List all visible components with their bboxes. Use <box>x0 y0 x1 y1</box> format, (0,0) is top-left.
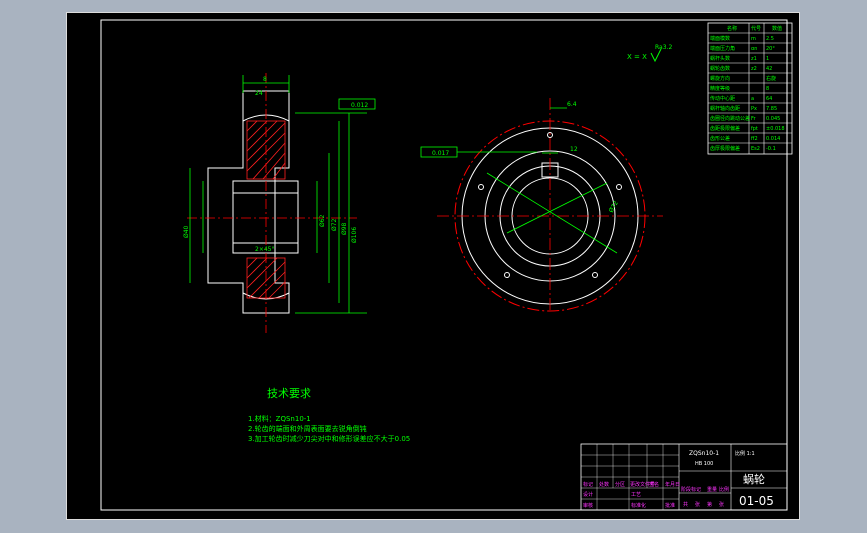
tb-bottom-1: 审核 <box>583 502 593 509</box>
pt-cell-8-0: 齿圈径向跳动公差 <box>710 115 750 122</box>
tb-hardness: HB 100 <box>695 461 713 467</box>
pt-cell-3-2: 42 <box>766 66 772 72</box>
tb-bottom-4: 批准 <box>665 502 675 509</box>
pt-cell-5-0: 精度等级 <box>710 85 730 92</box>
parameter-table: 名称 代号 数值 端面模数 m 2.5 端面压力角 αn 20° 蜗杆头数 z1 1 蜗轮齿数 z2… <box>707 22 793 155</box>
side-diameter-label: Ø72 <box>608 200 620 214</box>
dim-od-label: Ø106 <box>351 227 358 243</box>
tb-grid-4: 签名 <box>649 481 659 488</box>
pt-cell-10-1: ff2 <box>751 136 758 142</box>
tech-req-item-2: 2.轮齿的端面和外周表面要去锐角倒钝 <box>248 424 367 433</box>
drawing-border <box>100 19 788 511</box>
technical-requirements: 技术要求 1.材料：ZQSn10-1 2.轮齿的端面和外周表面要去锐角倒钝 3.… <box>248 387 410 443</box>
tb-grid-2: 分区 <box>615 481 625 488</box>
cad-viewport[interactable]: 8 0.012 Ø106 Ø98 Ø72 Ø62 Ø40 2×45° 24 0.… <box>66 12 800 520</box>
section-view <box>207 90 299 314</box>
dim-hub-label: Ø72 <box>331 218 338 231</box>
tb-bottom-0: 设计 <box>583 491 593 498</box>
pt-cell-7-2: 7.85 <box>766 106 777 112</box>
tb-material: ZQSn10-1 <box>689 450 719 457</box>
pt-cell-1-1: αn <box>751 46 757 52</box>
dim-pitch-label: Ø98 <box>341 222 348 235</box>
tb-bottom-7: 比例 <box>719 486 729 493</box>
surface-finish-value: Ra3.2 <box>655 44 672 51</box>
pt-cell-0-2: 2.5 <box>766 36 774 42</box>
dim-bore-label: Ø62 <box>319 214 326 227</box>
pt-cell-6-1: a <box>751 96 754 102</box>
pt-cell-9-0: 齿距极限偏差 <box>710 125 740 132</box>
dim-left-label: Ø40 <box>183 225 190 238</box>
tech-req-item-3: 3.加工轮齿时减少刀尖对中和修形误差应不大于0.05 <box>248 434 410 443</box>
pt-cell-1-0: 端面压力角 <box>710 45 735 52</box>
pt-cell-3-1: z2 <box>751 66 757 72</box>
pt-cell-9-2: ±0.018 <box>766 126 785 132</box>
side-dimension-lines <box>420 107 618 254</box>
pt-header-0: 名称 <box>727 25 737 32</box>
pt-cell-11-1: Es2 <box>751 146 760 152</box>
tb-bottom-3: 标准化 <box>631 502 646 509</box>
pt-cell-0-1: m <box>751 36 756 42</box>
tb-bottom-5: 阶段标记 <box>681 486 701 493</box>
side-tolerance-label: 0.017 <box>432 150 449 157</box>
pt-cell-4-2: 右旋 <box>766 75 776 82</box>
title-block: 标记 处数 分区 更改文件号 签名 年月日 设计 审核 工艺 标准化 批准 阶段… <box>580 443 788 511</box>
dim-chamfer-label: 2×45° <box>255 246 274 253</box>
surface-finish: X = X Ra3.2 <box>627 44 672 63</box>
pt-header-1: 代号 <box>751 25 761 32</box>
side-key-label: 12 <box>570 146 578 153</box>
pt-header-2: 数值 <box>772 25 782 32</box>
tb-bottom-6: 重量 <box>707 486 717 493</box>
tb-part-name: 蜗轮 <box>743 472 765 486</box>
tb-bottom-2: 工艺 <box>631 492 641 498</box>
pt-cell-2-1: z1 <box>751 56 757 62</box>
dim-top-label: 24 <box>255 90 263 97</box>
pt-cell-8-1: Fr <box>751 116 757 122</box>
pt-cell-2-2: 1 <box>766 56 769 62</box>
pt-cell-6-0: 传动中心距 <box>710 95 735 102</box>
tech-req-item-1: 1.材料：ZQSn10-1 <box>248 414 311 423</box>
tb-grid-5: 年月日 <box>665 481 680 488</box>
pt-cell-1-2: 20° <box>766 46 775 52</box>
pt-cell-2-0: 蜗杆头数 <box>710 55 730 62</box>
pt-cell-4-0: 螺旋方向 <box>710 75 730 82</box>
tb-sheet-3: 张 <box>719 501 724 508</box>
front-dimension-lines <box>189 75 376 314</box>
tb-sheet-2: 第 <box>707 501 712 508</box>
tb-sheet-1: 张 <box>695 501 700 508</box>
pt-cell-11-0: 齿厚极限偏差 <box>710 145 740 152</box>
tb-grid-0: 标记 <box>583 481 593 488</box>
pt-cell-10-0: 齿形公差 <box>710 135 730 142</box>
tb-grid-1: 处数 <box>599 481 609 488</box>
pt-cell-10-2: 0.014 <box>766 136 780 142</box>
tb-sheet-0: 共 <box>683 501 688 508</box>
pt-cell-0-0: 端面模数 <box>710 35 730 42</box>
drawing-canvas: 8 0.012 Ø106 Ø98 Ø72 Ø62 Ø40 2×45° 24 0.… <box>100 19 793 511</box>
surface-finish-label: X = X <box>627 53 647 61</box>
pt-cell-9-1: fpt <box>751 126 758 132</box>
side-hole-label: 6.4 <box>567 101 577 108</box>
pt-cell-3-0: 蜗轮齿数 <box>710 65 730 72</box>
pt-cell-7-1: Px <box>751 106 757 112</box>
pt-cell-8-2: 0.045 <box>766 116 780 122</box>
pt-cell-7-0: 蜗杆轴向齿距 <box>710 105 740 112</box>
dim-width-label: 8 <box>263 76 267 83</box>
dim-runout-label: 0.012 <box>351 102 368 109</box>
pt-cell-5-2: 8 <box>766 86 769 92</box>
tb-scale: 比例 1:1 <box>735 450 755 457</box>
pt-cell-11-2: -0.1 <box>766 146 776 152</box>
pt-cell-6-2: 64 <box>766 96 772 102</box>
tb-drawing-no: 01-05 <box>739 494 774 508</box>
tech-req-heading: 技术要求 <box>267 387 311 400</box>
